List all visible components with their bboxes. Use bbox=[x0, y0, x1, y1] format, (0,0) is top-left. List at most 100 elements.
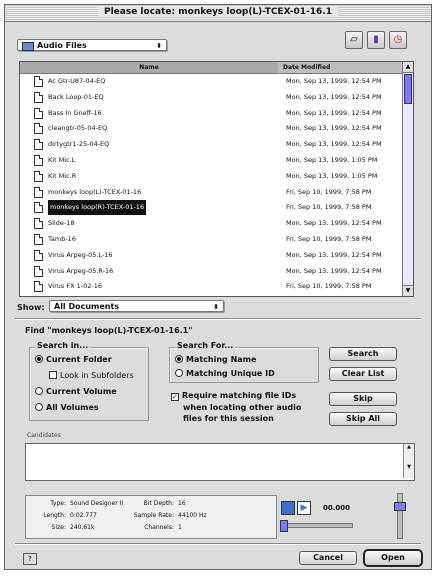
list-item[interactable]: Slide-18 Mon, Sep 13, 1999, 12:54 PM bbox=[20, 216, 404, 231]
desktop-button[interactable]: ▱ bbox=[345, 31, 363, 49]
document-icon bbox=[34, 91, 43, 103]
volume-thumb[interactable] bbox=[394, 501, 406, 511]
file-name: Ac Gtr-U87-04-EQ bbox=[48, 77, 106, 85]
file-date: Mon, Sep 13, 1999, 12:54 PM bbox=[286, 219, 382, 228]
list-item[interactable]: monkeys loop(R)-TCEX-01-16 Fri, Sep 10, 1… bbox=[20, 200, 404, 216]
date-column-header[interactable]: Date Modified bbox=[283, 62, 330, 73]
list-item[interactable]: Kit Mic.L Mon, Sep 13, 1999, 1:05 PM bbox=[20, 153, 404, 168]
list-item[interactable]: Back Loop-01-EQ Mon, Sep 13, 1999, 12:54 … bbox=[20, 90, 404, 105]
size-label: Size: bbox=[51, 524, 66, 531]
radio-icon bbox=[35, 403, 43, 411]
recent-button[interactable]: ◷ bbox=[389, 31, 407, 49]
matching-name-radio[interactable]: Matching Name bbox=[175, 355, 256, 364]
list-item[interactable]: monkeys loop(L)-TCEX-01-16 Fri, Sep 10, 1… bbox=[20, 185, 404, 200]
preview-scrubber[interactable] bbox=[280, 520, 353, 532]
clear-list-button[interactable]: Clear List bbox=[329, 367, 397, 381]
folder-icon: ▮ bbox=[373, 34, 379, 45]
list-item[interactable]: Bass In Gneff-16 Mon, Sep 13, 1999, 12:54… bbox=[20, 106, 404, 121]
scroll-down-arrow-icon[interactable]: ▼ bbox=[403, 285, 413, 296]
require-line1: Require matching file IDs bbox=[182, 391, 297, 400]
document-icon bbox=[34, 76, 43, 87]
require-line3: files for this session bbox=[183, 414, 274, 423]
scroll-up-arrow-icon[interactable]: ▲ bbox=[404, 444, 414, 450]
radio-selected-icon bbox=[175, 355, 183, 363]
list-item[interactable]: Virus FX 1-02-16 Fri, Sep 10, 1999, 7:58 … bbox=[20, 279, 404, 294]
location-popup[interactable]: Audio Files ⬍ bbox=[17, 39, 167, 51]
open-button[interactable]: Open bbox=[363, 549, 423, 567]
file-list[interactable]: Name Date Modified Ac Gtr-U87-04-EQ Mon, … bbox=[19, 61, 414, 297]
show-popup[interactable]: All Documents ⬍ bbox=[49, 300, 224, 312]
look-in-subfolders-checkbox[interactable]: Look in Subfolders bbox=[49, 371, 134, 380]
type-label: Type: bbox=[50, 500, 66, 507]
list-item[interactable]: Virus Arpeg-05.L-16 Mon, Sep 13, 1999, 12… bbox=[20, 248, 404, 263]
all-volumes-label: All Volumes bbox=[46, 403, 99, 412]
list-item[interactable]: dirtygtr1-25-04-EQ Mon, Sep 13, 1999, 12:… bbox=[20, 137, 404, 152]
checkmark-icon: ✓ bbox=[171, 393, 179, 401]
checkbox-icon bbox=[49, 371, 57, 379]
samplerate-label: Sample Rate: bbox=[133, 512, 174, 519]
file-name: Kit Mic.R bbox=[48, 171, 77, 180]
length-label: Length: bbox=[43, 512, 66, 519]
file-name: cleangtr-05-04-EQ bbox=[48, 124, 108, 133]
scroll-down-arrow-icon[interactable]: ▼ bbox=[404, 464, 414, 470]
all-volumes-radio[interactable]: All Volumes bbox=[35, 403, 99, 412]
cancel-button[interactable]: Cancel bbox=[299, 551, 357, 565]
document-icon bbox=[34, 234, 43, 245]
folder-icon bbox=[22, 42, 34, 51]
list-item[interactable]: cleangtr-05-04-EQ Mon, Sep 13, 1999, 12:5… bbox=[20, 121, 404, 136]
name-column-header[interactable]: Name bbox=[20, 62, 278, 73]
list-item[interactable]: Ac Gtr-U87-04-EQ Mon, Sep 13, 1999, 12:54… bbox=[20, 74, 404, 89]
current-folder-label: Current Folder bbox=[46, 355, 112, 364]
current-volume-radio[interactable]: Current Volume bbox=[35, 387, 117, 396]
file-date: Fri, Sep 10, 1999, 7:58 PM bbox=[286, 235, 372, 243]
document-icon bbox=[34, 265, 43, 277]
list-item[interactable]: Virus Arpeg-05.R-16 Mon, Sep 13, 1999, 12… bbox=[20, 264, 404, 279]
scroll-thumb[interactable] bbox=[404, 74, 412, 104]
document-icon bbox=[34, 155, 43, 166]
volume-slider[interactable] bbox=[394, 493, 406, 539]
chevron-updown-icon: ⬍ bbox=[213, 303, 219, 311]
candidates-scrollbar[interactable]: ▲ ▼ bbox=[403, 444, 414, 478]
current-folder-radio[interactable]: Current Folder bbox=[35, 355, 112, 364]
divider bbox=[15, 318, 421, 320]
file-date: Mon, Sep 13, 1999, 12:54 PM bbox=[286, 266, 382, 275]
divider bbox=[15, 543, 421, 545]
list-scrollbar[interactable]: ▲ ▼ bbox=[402, 62, 413, 296]
file-date: Fri, Sep 10, 1999, 7:58 PM bbox=[286, 187, 372, 196]
radio-icon bbox=[35, 387, 43, 395]
matching-unique-id-radio[interactable]: Matching Unique ID bbox=[175, 369, 275, 378]
skip-all-button[interactable]: Skip All bbox=[329, 412, 397, 426]
search-in-title: Search in... bbox=[35, 341, 91, 350]
document-icon bbox=[34, 249, 43, 261]
file-name: Slide-18 bbox=[48, 219, 75, 228]
document-icon bbox=[34, 202, 43, 214]
file-name: Tamb-16 bbox=[48, 235, 76, 243]
help-button[interactable]: ? bbox=[23, 553, 37, 565]
desktop-icon: ▱ bbox=[350, 34, 358, 45]
list-item[interactable]: Tamb-16 Fri, Sep 10, 1999, 7:58 PM bbox=[20, 232, 404, 247]
file-name: Back Loop-01-EQ bbox=[48, 92, 104, 101]
list-item[interactable]: Kit Mic.R Mon, Sep 13, 1999, 1:05 PM bbox=[20, 169, 404, 184]
search-for-title: Search For... bbox=[175, 341, 236, 350]
stop-button[interactable] bbox=[281, 501, 295, 515]
new-folder-button[interactable]: ▮ bbox=[367, 31, 385, 49]
skip-button[interactable]: Skip bbox=[329, 392, 397, 406]
file-date: Mon, Sep 13, 1999, 12:54 PM bbox=[286, 92, 382, 101]
file-name: monkeys loop(R)-TCEX-01-16 bbox=[48, 200, 147, 216]
file-date: Fri, Sep 10, 1999, 7:58 PM bbox=[286, 203, 372, 212]
window-title: Please locate: monkeys loop(L)-TCEX-01-1… bbox=[97, 7, 338, 17]
channels-value: 1 bbox=[178, 524, 182, 531]
play-button[interactable]: ▶ bbox=[297, 501, 311, 515]
scrubber-thumb[interactable] bbox=[280, 520, 288, 532]
candidates-list[interactable]: ▲ ▼ bbox=[25, 443, 415, 481]
file-date: Mon, Sep 13, 1999, 12:54 PM bbox=[286, 250, 382, 259]
title-bar[interactable]: Please locate: monkeys loop(L)-TCEX-01-1… bbox=[5, 5, 431, 22]
require-matching-ids-checkbox[interactable]: ✓ Require matching file IDs bbox=[171, 391, 296, 401]
search-button[interactable]: Search bbox=[329, 347, 397, 361]
matching-unique-id-label: Matching Unique ID bbox=[186, 369, 275, 378]
scroll-up-arrow-icon[interactable]: ▲ bbox=[403, 62, 413, 73]
bitdepth-value: 16 bbox=[178, 500, 186, 507]
file-date: Mon, Sep 13, 1999, 1:05 PM bbox=[286, 171, 378, 180]
document-icon bbox=[34, 186, 43, 198]
radio-selected-icon bbox=[35, 355, 43, 363]
